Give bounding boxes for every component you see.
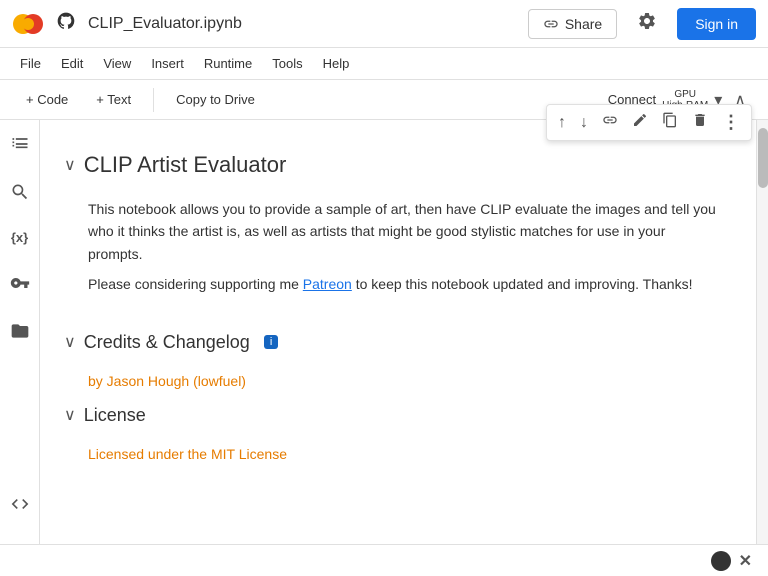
move-up-button[interactable]: ↑	[553, 111, 571, 135]
sidebar-toc-icon[interactable]	[4, 128, 36, 160]
credits-title: Credits & Changelog	[84, 332, 250, 353]
license-chevron[interactable]: ∨	[64, 405, 76, 425]
main-description: This notebook allows you to provide a sa…	[64, 190, 732, 312]
patreon-link[interactable]: Patreon	[303, 276, 352, 292]
sidebar-secrets-icon[interactable]	[4, 267, 36, 299]
menu-insert[interactable]: Insert	[143, 52, 192, 75]
description-para-1: This notebook allows you to provide a sa…	[88, 198, 720, 265]
edit-icon	[632, 112, 648, 128]
signin-button[interactable]: Sign in	[677, 8, 756, 40]
description-para-2: Please considering supporting me Patreon…	[88, 273, 720, 295]
notebook-content[interactable]: ∨ CLIP Artist Evaluator This notebook al…	[40, 120, 756, 576]
file-title: CLIP_Evaluator.ipynb	[88, 15, 242, 33]
menu-tools[interactable]: Tools	[264, 52, 310, 75]
delete-icon	[692, 112, 708, 128]
left-sidebar: {x}	[0, 120, 40, 576]
menu-bar: File Edit View Insert Runtime Tools Help	[0, 48, 768, 80]
menu-edit[interactable]: Edit	[53, 52, 91, 75]
menu-file[interactable]: File	[12, 52, 49, 75]
share-icon	[543, 16, 559, 32]
main-title: CLIP Artist Evaluator	[84, 152, 287, 178]
license-text: Licensed under the MIT License	[64, 438, 732, 470]
toolbar-divider	[153, 88, 154, 112]
menu-runtime[interactable]: Runtime	[196, 52, 260, 75]
license-section-header: ∨ License	[64, 405, 732, 426]
sidebar-files-icon[interactable]	[4, 315, 36, 347]
copy-to-drive-button[interactable]: Copy to Drive	[166, 88, 265, 111]
add-text-button[interactable]: + Text	[86, 88, 141, 111]
move-down-button[interactable]: ↓	[575, 111, 593, 135]
credits-badge: i	[264, 335, 278, 349]
author-text: by Jason Hough (lowfuel)	[64, 365, 732, 397]
license-title: License	[84, 405, 146, 426]
bottom-bar: ✕	[0, 544, 768, 576]
sidebar-variables-icon[interactable]: {x}	[5, 224, 34, 251]
credits-section-header: ∨ Credits & Changelog i	[64, 332, 732, 353]
link-cell-button[interactable]	[597, 109, 623, 136]
share-button[interactable]: Share	[528, 9, 617, 39]
sidebar-code-icon[interactable]	[4, 488, 36, 520]
sidebar-search-icon[interactable]	[4, 176, 36, 208]
menu-help[interactable]: Help	[315, 52, 358, 75]
copy-cell-button[interactable]	[657, 109, 683, 136]
status-dot[interactable]	[711, 551, 731, 571]
settings-button[interactable]	[629, 7, 665, 40]
gear-icon	[637, 11, 657, 31]
more-options-button[interactable]: ⋮	[717, 109, 745, 136]
main-chevron[interactable]: ∨	[64, 155, 76, 175]
github-icon	[56, 11, 76, 37]
link-icon	[602, 112, 618, 128]
copy-icon	[662, 112, 678, 128]
main-section-header: ∨ CLIP Artist Evaluator	[64, 152, 732, 178]
scrollbar[interactable]	[756, 120, 768, 576]
close-icon[interactable]: ✕	[739, 551, 752, 571]
cell-toolbar: ↑ ↓ ⋮	[546, 104, 752, 141]
menu-view[interactable]: View	[95, 52, 139, 75]
colab-logo	[12, 8, 44, 40]
delete-cell-button[interactable]	[687, 109, 713, 136]
credits-chevron[interactable]: ∨	[64, 332, 76, 352]
add-code-button[interactable]: + Code	[16, 88, 78, 111]
share-label: Share	[565, 16, 602, 32]
edit-cell-button[interactable]	[627, 109, 653, 136]
